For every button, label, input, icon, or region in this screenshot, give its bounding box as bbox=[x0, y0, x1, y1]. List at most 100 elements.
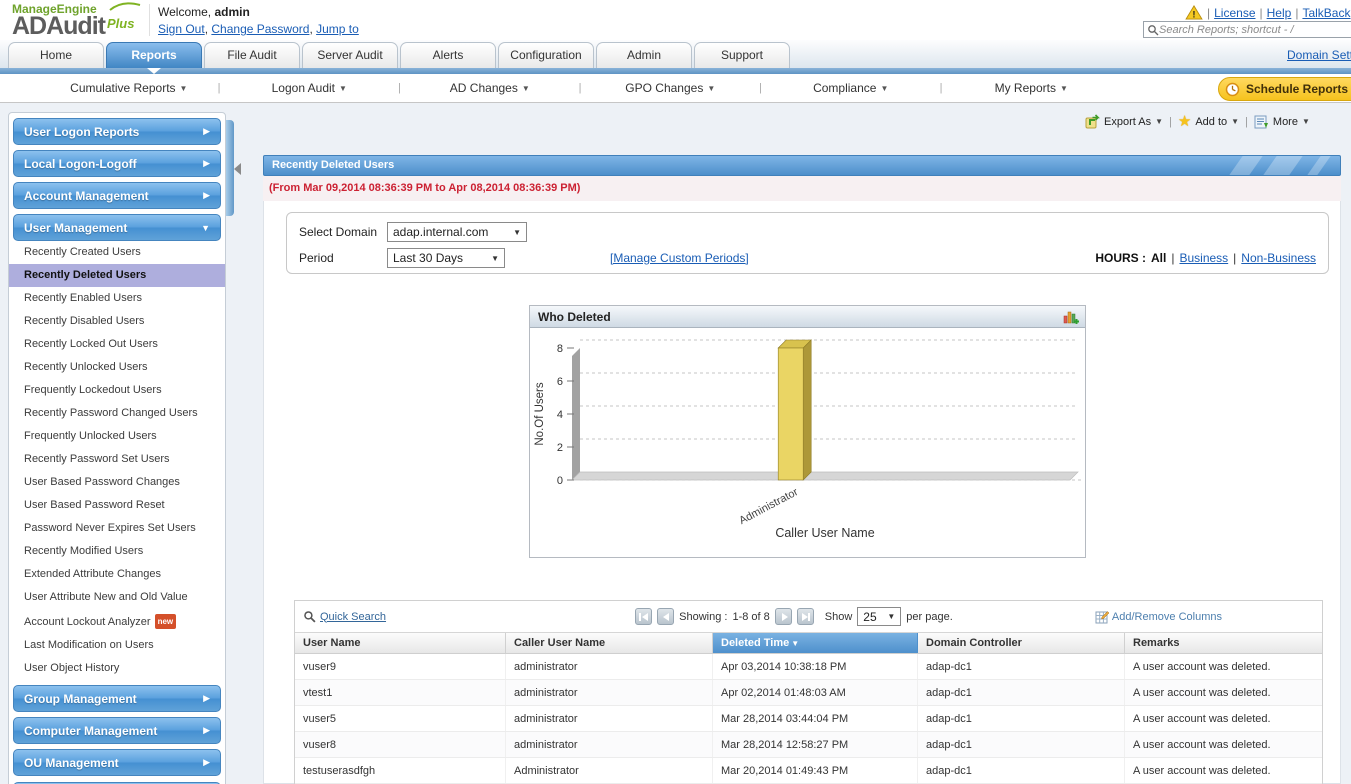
tab-server-audit[interactable]: Server Audit bbox=[302, 42, 398, 68]
sidebar-item-recently-password-set-users[interactable]: Recently Password Set Users bbox=[9, 448, 225, 471]
quick-search[interactable]: Quick Search bbox=[303, 610, 493, 623]
new-badge: new bbox=[154, 614, 177, 629]
column-header-label: Remarks bbox=[1133, 637, 1180, 649]
table-cell: Apr 02,2014 01:48:03 AM bbox=[713, 680, 918, 705]
sidebar-item-recently-password-changed-users[interactable]: Recently Password Changed Users bbox=[9, 402, 225, 425]
tab-admin[interactable]: Admin bbox=[596, 42, 692, 68]
reports-subnav: Cumulative Reports ▼ | Logon Audit ▼ | AD Chan… bbox=[0, 74, 1351, 103]
sidebar-section-computer-management[interactable]: Computer Management ▶ bbox=[13, 717, 221, 744]
sidebar-item-label: User Based Password Reset bbox=[24, 499, 165, 511]
top-link-talkback[interactable]: TalkBack bbox=[1302, 6, 1350, 20]
table-row[interactable]: vuser8 administrator Mar 28,2014 12:58:27 … bbox=[295, 732, 1322, 758]
first-page-button[interactable] bbox=[635, 608, 653, 625]
export-as-button[interactable]: Export As ▼ bbox=[1085, 114, 1163, 129]
manage-custom-periods-link[interactable]: [Manage Custom Periods] bbox=[610, 251, 749, 265]
sidebar-item-extended-attribute-changes[interactable]: Extended Attribute Changes bbox=[9, 563, 225, 586]
subnav-item-gpo-changes[interactable]: GPO Changes ▼ bbox=[581, 81, 759, 95]
sidebar-item-user-based-password-changes[interactable]: User Based Password Changes bbox=[9, 471, 225, 494]
sidebar-item-user-object-history[interactable]: User Object History bbox=[9, 657, 225, 680]
search-input[interactable] bbox=[1159, 23, 1339, 36]
tab-home[interactable]: Home bbox=[8, 42, 104, 68]
sidebar-item-recently-enabled-users[interactable]: Recently Enabled Users bbox=[9, 287, 225, 310]
hours-option-non-business[interactable]: Non-Business bbox=[1241, 251, 1316, 265]
chevron-down-icon: ▼ bbox=[201, 222, 210, 233]
sidebar-item-recently-disabled-users[interactable]: Recently Disabled Users bbox=[9, 310, 225, 333]
sidebar-item-recently-modified-users[interactable]: Recently Modified Users bbox=[9, 540, 225, 563]
sidebar-item-user-based-password-reset[interactable]: User Based Password Reset bbox=[9, 494, 225, 517]
tab-support[interactable]: Support bbox=[694, 42, 790, 68]
chevron-down-icon: ▼ bbox=[887, 612, 896, 621]
sidebar-item-recently-locked-out-users[interactable]: Recently Locked Out Users bbox=[9, 333, 225, 356]
hours-option-business[interactable]: Business bbox=[1179, 251, 1228, 265]
table-row[interactable]: vuser9 administrator Apr 03,2014 10:38:18 … bbox=[295, 654, 1322, 680]
column-header-label: Domain Controller bbox=[926, 637, 1022, 649]
more-button[interactable]: More ▼ bbox=[1254, 115, 1310, 129]
table-row[interactable]: vtest1 administrator Apr 02,2014 01:48:03 … bbox=[295, 680, 1322, 706]
sidebar-item-recently-unlocked-users[interactable]: Recently Unlocked Users bbox=[9, 356, 225, 379]
subnav-item-my-reports[interactable]: My Reports ▼ bbox=[942, 81, 1120, 95]
tab-alerts[interactable]: Alerts bbox=[400, 42, 496, 68]
hours-filter: HOURS : All | Business | Non-Business bbox=[1095, 251, 1316, 265]
column-header-deleted-time[interactable]: Deleted Time ▼ bbox=[713, 633, 918, 653]
table-cell: adap-dc1 bbox=[918, 680, 1125, 705]
subnav-item-ad-changes[interactable]: AD Changes ▼ bbox=[401, 81, 579, 95]
subnav-item-logon-audit[interactable]: Logon Audit ▼ bbox=[220, 81, 398, 95]
sidebar-section-user-logon-reports[interactable]: User Logon Reports ▶ bbox=[13, 118, 221, 145]
adaudit-plus-app: ManageEngine ADAudit Plus Welcome, admin … bbox=[0, 0, 1351, 784]
next-page-button[interactable] bbox=[774, 608, 792, 625]
period-select[interactable]: Last 30 Days ▼ bbox=[387, 248, 505, 268]
chevron-right-icon: ▶ bbox=[203, 757, 210, 767]
sidebar-item-recently-deleted-users[interactable]: Recently Deleted Users bbox=[9, 264, 225, 287]
column-header-user-name[interactable]: User Name bbox=[295, 633, 506, 653]
sidebar-collapse-icon[interactable] bbox=[234, 163, 241, 175]
subnav-item-cumulative-reports[interactable]: Cumulative Reports ▼ bbox=[40, 81, 218, 95]
tab-configuration[interactable]: Configuration bbox=[498, 42, 594, 68]
sidebar-item-label: User Attribute New and Old Value bbox=[24, 591, 188, 603]
column-header-remarks[interactable]: Remarks bbox=[1125, 633, 1322, 653]
tab-reports[interactable]: Reports bbox=[106, 42, 202, 68]
sidebar-collapse-strip[interactable] bbox=[226, 120, 234, 216]
sidebar-item-password-never-expires-set-users[interactable]: Password Never Expires Set Users bbox=[9, 517, 225, 540]
sidebar-section-user-management[interactable]: User Management ▼ bbox=[13, 214, 221, 241]
sidebar-item-user-attribute-new-and-old-value[interactable]: User Attribute New and Old Value bbox=[9, 586, 225, 609]
table-row[interactable]: vuser5 administrator Mar 28,2014 03:44:04 … bbox=[295, 706, 1322, 732]
hours-option-all[interactable]: All bbox=[1151, 251, 1166, 265]
sidebar-item-account-lockout-analyzer[interactable]: Account Lockout Analyzer new bbox=[9, 609, 225, 634]
session-link-jump-to[interactable]: Jump to bbox=[316, 22, 359, 36]
session-link-sign-out[interactable]: Sign Out bbox=[158, 22, 205, 36]
sidebar-item-recently-created-users[interactable]: Recently Created Users bbox=[9, 241, 225, 264]
sidebar-section-local-logon-logoff[interactable]: Local Logon-Logoff ▶ bbox=[13, 150, 221, 177]
sidebar-section-ou-management[interactable]: OU Management ▶ bbox=[13, 749, 221, 776]
session-link-change-password[interactable]: Change Password bbox=[211, 22, 309, 36]
tab-file-audit[interactable]: File Audit bbox=[204, 42, 300, 68]
column-header-domain-controller[interactable]: Domain Controller bbox=[918, 633, 1125, 653]
reports-sidebar: User Logon Reports ▶ Local Logon-Logoff ▶ Ac… bbox=[8, 112, 226, 784]
sidebar-item-frequently-unlocked-users[interactable]: Frequently Unlocked Users bbox=[9, 425, 225, 448]
domain-settings-link[interactable]: Domain Settings bbox=[1287, 48, 1351, 62]
add-to-button[interactable]: ★ Add to ▼ bbox=[1178, 114, 1239, 129]
table-cell: A user account was deleted. bbox=[1133, 739, 1271, 751]
top-link-license[interactable]: License bbox=[1214, 6, 1255, 20]
chart-type-icon[interactable] bbox=[1063, 309, 1079, 325]
subnav-items: Cumulative Reports ▼ | Logon Audit ▼ | AD Chan… bbox=[40, 74, 1120, 102]
sidebar-item-label: User Based Password Changes bbox=[24, 476, 180, 488]
top-link-help[interactable]: Help bbox=[1267, 6, 1292, 20]
add-remove-columns-button[interactable]: Add/Remove Columns bbox=[1095, 610, 1222, 624]
previous-page-button[interactable] bbox=[657, 608, 675, 625]
domain-label: Select Domain bbox=[299, 225, 378, 239]
table-cell: adap-dc1 bbox=[918, 654, 1125, 679]
page-size-select[interactable]: 25 ▼ bbox=[857, 607, 902, 626]
warning-icon[interactable]: ! bbox=[1185, 5, 1203, 20]
table-row[interactable]: testuserasdfgh Administrator Mar 20,2014 0… bbox=[295, 758, 1322, 784]
more-doc-icon bbox=[1254, 115, 1268, 128]
sidebar-section-account-management[interactable]: Account Management ▶ bbox=[13, 182, 221, 209]
schedule-reports-button[interactable]: Schedule Reports bbox=[1218, 77, 1351, 101]
sidebar-section-group-management[interactable]: Group Management ▶ bbox=[13, 685, 221, 712]
domain-select[interactable]: adap.internal.com ▼ bbox=[387, 222, 527, 242]
sidebar-item-last-modification-on-users[interactable]: Last Modification on Users bbox=[9, 634, 225, 657]
subnav-item-compliance[interactable]: Compliance ▼ bbox=[762, 81, 940, 95]
sidebar-item-frequently-lockedout-users[interactable]: Frequently Lockedout Users bbox=[9, 379, 225, 402]
column-header-caller-user-name[interactable]: Caller User Name bbox=[506, 633, 713, 653]
last-page-button[interactable] bbox=[796, 608, 814, 625]
report-titlebar: Recently Deleted Users bbox=[263, 155, 1341, 176]
